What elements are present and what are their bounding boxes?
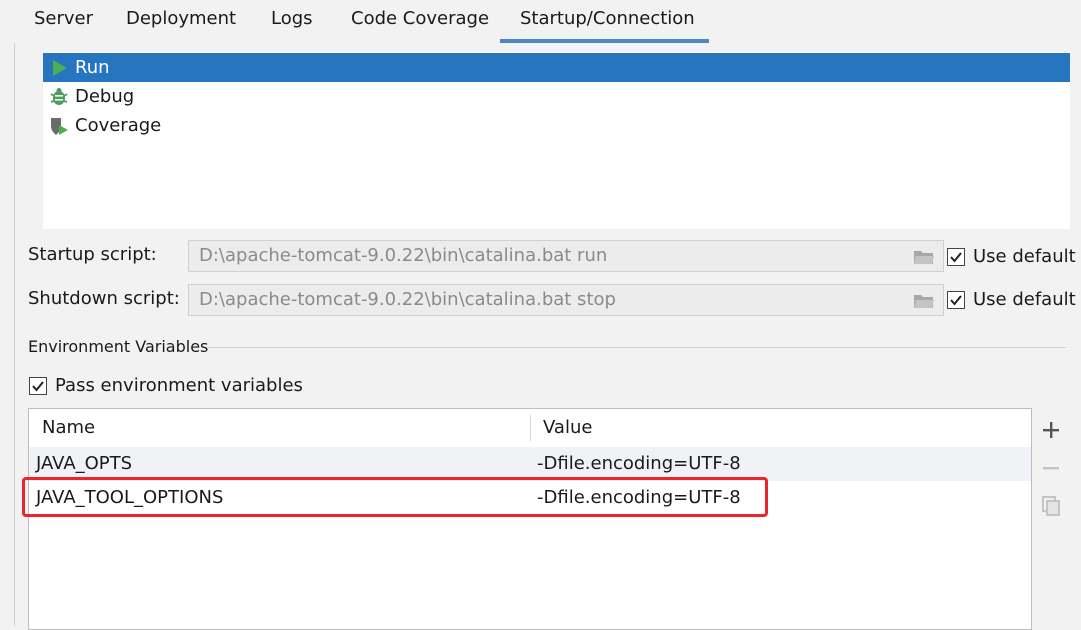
checkmark-icon: [32, 381, 44, 392]
folder-icon[interactable]: [913, 249, 935, 265]
tab-server[interactable]: Server: [34, 0, 93, 43]
tab-deployment[interactable]: Deployment: [126, 0, 236, 43]
run-triangle-icon: [53, 60, 67, 76]
executor-list: Run Debug Coverage: [43, 52, 1070, 229]
startup-use-default-checkbox[interactable]: [947, 248, 965, 266]
env-value-cell: -Dfile.encoding=UTF-8: [537, 487, 741, 508]
shutdown-script-label: Shutdown script:: [28, 288, 180, 309]
coverage-shield-icon: [51, 118, 68, 135]
startup-script-label: Startup script:: [28, 244, 157, 265]
table-row[interactable]: JAVA_TOOL_OPTIONS -Dfile.encoding=UTF-8: [29, 481, 1031, 515]
environment-variables-title: Environment Variables: [28, 337, 209, 356]
column-header-name[interactable]: Name: [42, 409, 95, 447]
executor-run[interactable]: Run: [43, 53, 1070, 82]
pass-env-checkbox[interactable]: [29, 377, 47, 395]
shutdown-use-default-label: Use default: [973, 289, 1076, 310]
copy-icon[interactable]: [1038, 493, 1064, 519]
folder-icon[interactable]: [913, 293, 935, 309]
column-header-value[interactable]: Value: [543, 409, 592, 447]
table-row[interactable]: JAVA_OPTS -Dfile.encoding=UTF-8: [29, 447, 1031, 481]
add-icon[interactable]: [1038, 417, 1064, 443]
executor-coverage-label: Coverage: [75, 115, 162, 136]
startup-script-value: D:\apache-tomcat-9.0.22\bin\catalina.bat…: [199, 245, 608, 266]
startup-use-default-label: Use default: [973, 246, 1076, 267]
env-value-cell: -Dfile.encoding=UTF-8: [537, 453, 741, 474]
tab-bar: Server Deployment Logs Code Coverage Sta…: [0, 0, 1081, 43]
group-separator: [208, 347, 1066, 348]
shutdown-script-field[interactable]: D:\apache-tomcat-9.0.22\bin\catalina.bat…: [188, 284, 944, 316]
executor-coverage[interactable]: Coverage: [43, 111, 1070, 140]
executor-debug[interactable]: Debug: [43, 82, 1070, 111]
tab-logs[interactable]: Logs: [271, 0, 313, 43]
tab-startup-connection[interactable]: Startup/Connection: [500, 0, 709, 43]
env-variables-table: Name Value JAVA_OPTS -Dfile.encoding=UTF…: [28, 408, 1032, 630]
checkmark-icon: [950, 295, 962, 306]
checkmark-icon: [950, 252, 962, 263]
remove-icon[interactable]: [1038, 455, 1064, 481]
shutdown-script-value: D:\apache-tomcat-9.0.22\bin\catalina.bat…: [199, 289, 616, 310]
startup-script-field[interactable]: D:\apache-tomcat-9.0.22\bin\catalina.bat…: [188, 240, 944, 272]
column-separator[interactable]: [530, 415, 531, 441]
shutdown-use-default-checkbox[interactable]: [947, 291, 965, 309]
env-name-cell: JAVA_TOOL_OPTIONS: [36, 487, 224, 508]
env-name-cell: JAVA_OPTS: [36, 453, 133, 474]
table-header: Name Value: [29, 409, 1031, 448]
pass-env-label: Pass environment variables: [55, 375, 303, 396]
panel-border: [14, 43, 15, 626]
bug-icon: [50, 88, 68, 105]
executor-run-label: Run: [75, 57, 110, 78]
tab-code-coverage[interactable]: Code Coverage: [351, 0, 489, 43]
executor-debug-label: Debug: [75, 86, 135, 107]
